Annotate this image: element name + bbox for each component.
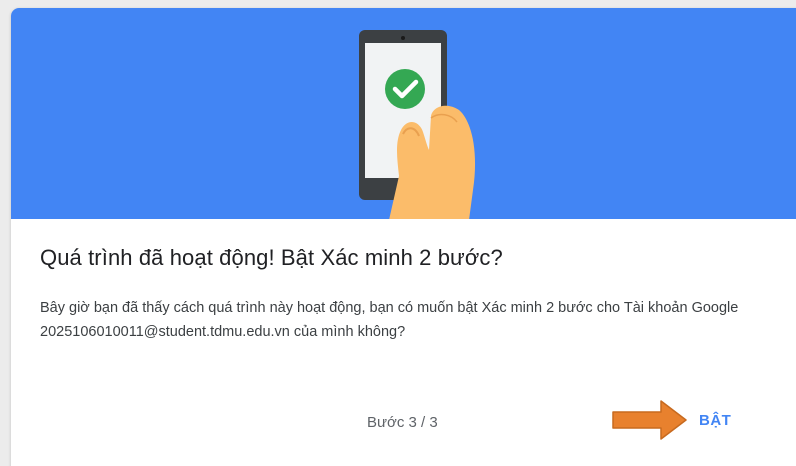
check-circle-icon bbox=[385, 69, 425, 109]
phone-camera bbox=[401, 36, 405, 40]
dialog-description: Bây giờ bạn đã thấy cách quá trình này h… bbox=[40, 300, 739, 340]
dialog-title: Quá trình đã hoạt động! Bật Xác minh 2 b… bbox=[40, 245, 503, 270]
turn-on-button[interactable]: BẬT bbox=[691, 404, 739, 437]
hero-banner bbox=[11, 8, 796, 219]
step-indicator: Bước 3 / 3 bbox=[367, 414, 438, 431]
page: Quá trình đã hoạt động! Bật Xác minh 2 b… bbox=[0, 0, 796, 466]
verification-dialog: Quá trình đã hoạt động! Bật Xác minh 2 b… bbox=[11, 8, 796, 466]
hand-holding-phone-illustration bbox=[359, 30, 475, 219]
right-arrow-annotation-icon bbox=[612, 400, 687, 440]
